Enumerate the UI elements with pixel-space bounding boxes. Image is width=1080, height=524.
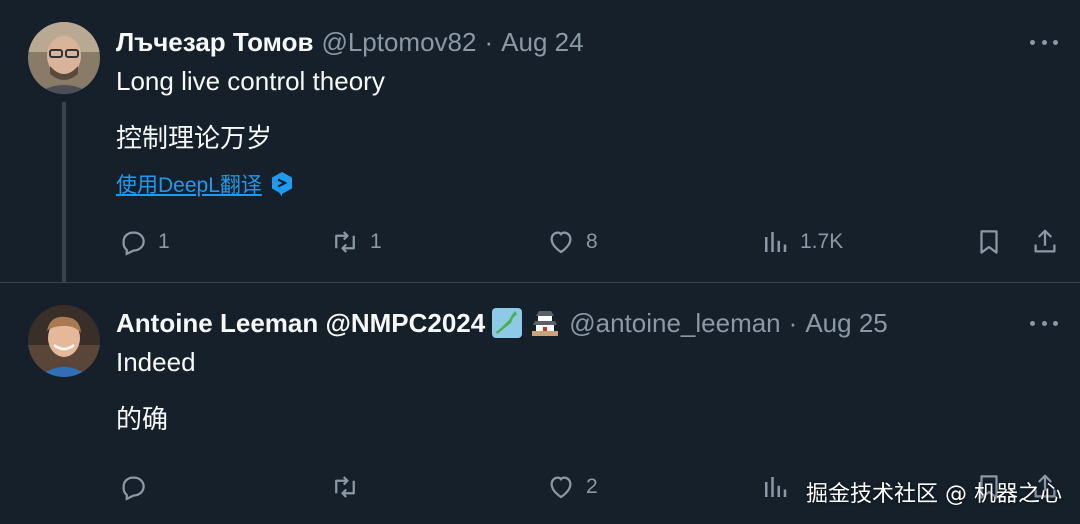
separator: · bbox=[484, 26, 494, 57]
avatar[interactable] bbox=[28, 22, 100, 94]
author-name[interactable]: Лъчезар Томов bbox=[116, 27, 313, 58]
japan-map-icon bbox=[492, 308, 523, 338]
tweet-header: Лъчезар Томов @Lptomov82 · Aug 24 bbox=[116, 26, 584, 58]
tweet-actions: 1 1 8 1.7K bbox=[0, 222, 1080, 262]
author-handle[interactable]: @Lptomov82 bbox=[321, 27, 476, 58]
like-button[interactable]: 8 bbox=[546, 222, 598, 262]
translate-link[interactable]: 使用DeepL翻译 bbox=[116, 170, 294, 198]
more-options-icon[interactable] bbox=[1030, 311, 1058, 335]
reply-button[interactable]: 1 bbox=[118, 222, 170, 262]
tweet-text-line-2: 的确 bbox=[116, 404, 169, 434]
more-options-icon[interactable] bbox=[1030, 30, 1058, 54]
reply-button[interactable] bbox=[118, 467, 158, 507]
reply-count: 1 bbox=[158, 230, 170, 253]
separator: · bbox=[788, 307, 798, 338]
tweet-date[interactable]: Aug 25 bbox=[805, 308, 887, 339]
retweet-button[interactable] bbox=[330, 467, 370, 507]
author-handle[interactable]: @antoine_leeman bbox=[569, 308, 780, 339]
watermark: 掘金技术社区 @ 机器之心 bbox=[806, 482, 1062, 507]
reply-icon bbox=[122, 476, 145, 501]
analytics-icon bbox=[765, 477, 787, 497]
share-icon bbox=[1034, 229, 1056, 253]
like-count: 2 bbox=[586, 475, 598, 498]
retweet-icon bbox=[335, 476, 355, 498]
like-button[interactable]: 2 bbox=[546, 467, 598, 507]
avatar[interactable] bbox=[28, 305, 100, 377]
like-count: 8 bbox=[586, 230, 598, 253]
deepl-icon bbox=[271, 172, 292, 197]
tweet-date[interactable]: Aug 24 bbox=[501, 27, 583, 58]
translate-label[interactable]: 使用DeepL翻译 bbox=[116, 169, 262, 199]
retweet-button[interactable]: 1 bbox=[330, 222, 382, 262]
tweet-text-line-1: Long live control theory bbox=[116, 66, 385, 96]
tweet-header: Antoine Leeman @NMPC2024 @antoine_leeman… bbox=[116, 307, 888, 339]
share-button[interactable] bbox=[1030, 222, 1060, 262]
analytics-icon bbox=[765, 232, 787, 252]
heart-icon bbox=[550, 476, 572, 499]
japanese-castle-icon bbox=[532, 311, 559, 336]
bookmark-icon bbox=[980, 230, 998, 254]
author-name[interactable]: Antoine Leeman @NMPC2024 bbox=[116, 308, 485, 339]
tweet-thread: Лъчезар Томов @Lptomov82 · Aug 24 Long l… bbox=[0, 0, 1080, 524]
views-button[interactable]: 1.7K bbox=[760, 222, 843, 262]
views-button[interactable] bbox=[760, 467, 800, 507]
retweet-icon bbox=[335, 231, 355, 253]
retweet-count: 1 bbox=[370, 230, 382, 253]
tweet-text-line-1: Indeed bbox=[116, 347, 196, 377]
views-count: 1.7K bbox=[800, 230, 844, 253]
bookmark-button[interactable] bbox=[974, 222, 1004, 262]
tweet-1[interactable]: Лъчезар Томов @Lptomov82 · Aug 24 Long l… bbox=[0, 0, 1080, 282]
heart-icon bbox=[550, 231, 572, 254]
tweet-text-line-2: 控制理论万岁 bbox=[116, 123, 273, 153]
reply-icon bbox=[122, 231, 145, 256]
